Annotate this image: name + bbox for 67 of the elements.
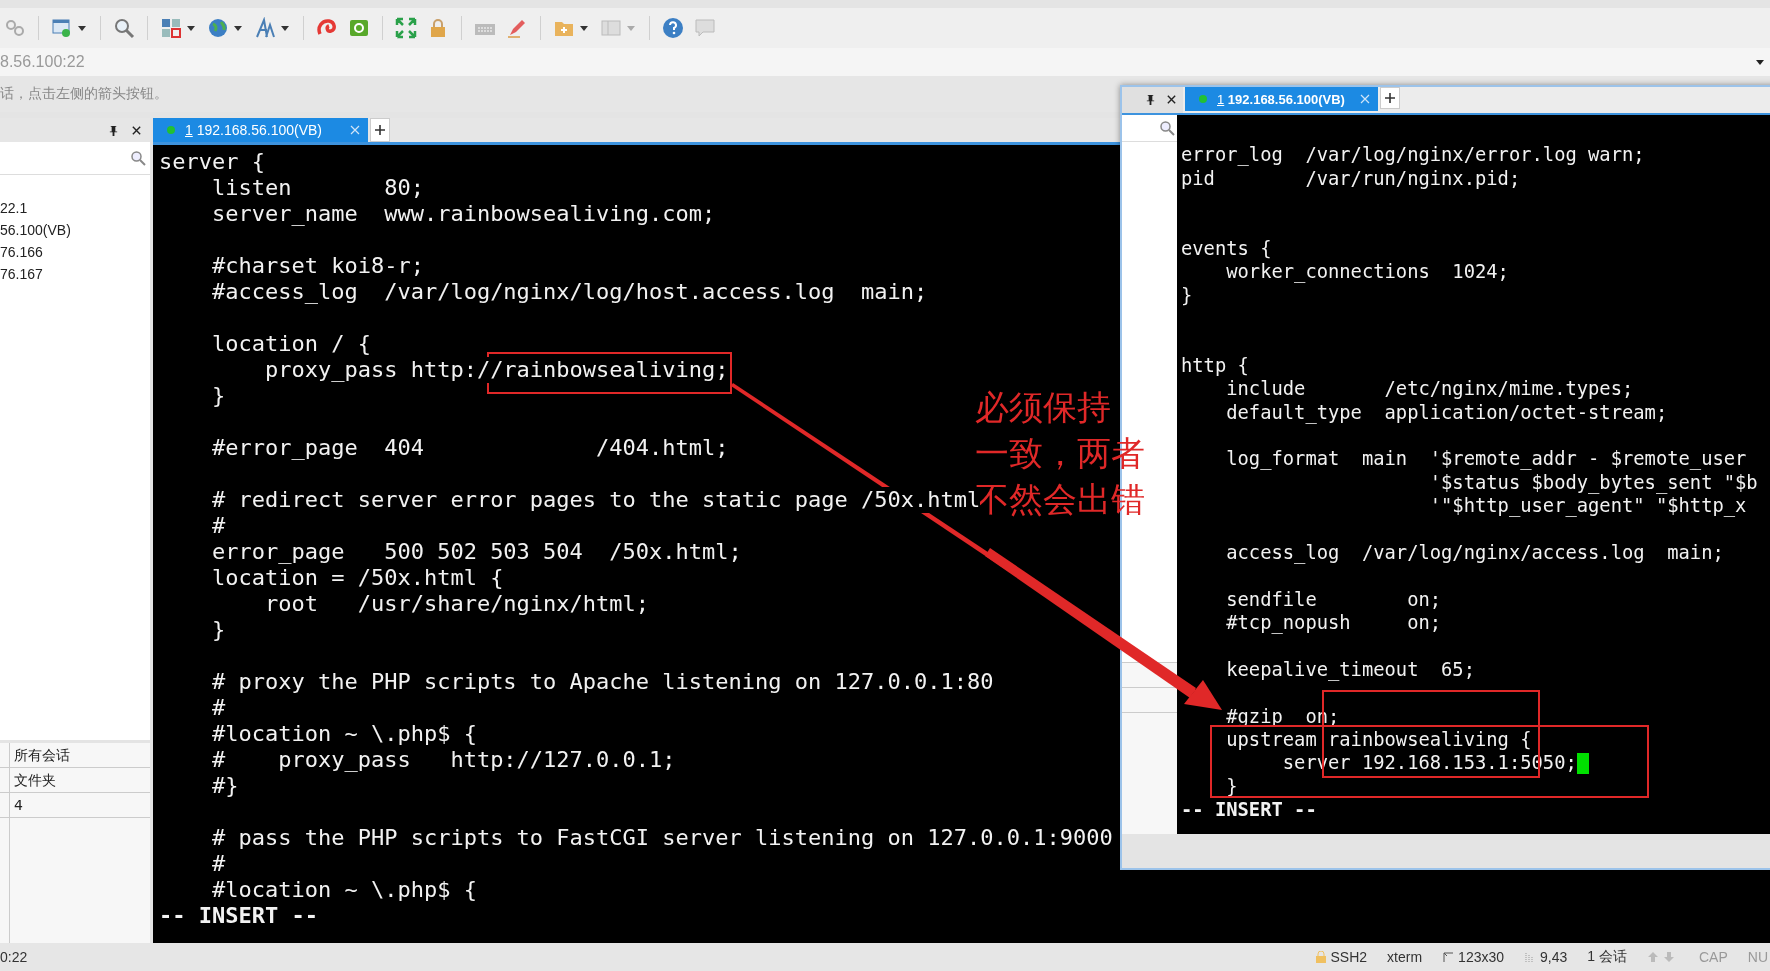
link-icon[interactable] (4, 17, 26, 39)
terminal-line: default_type application/octet-stream; (1225, 400, 1668, 424)
terminal-line: } (1225, 774, 1238, 799)
caret-icon[interactable] (78, 24, 86, 32)
caret-icon[interactable] (234, 24, 242, 32)
down-arrow-icon (1662, 951, 1675, 963)
help-icon[interactable] (662, 17, 684, 39)
plus-icon (374, 124, 386, 136)
window-gear-icon[interactable] (51, 17, 73, 39)
num-lock-text: NU (1747, 949, 1768, 965)
property-cell-text: 文件夹 (13, 771, 57, 790)
session-item[interactable]: 56.100(VB) (0, 219, 150, 241)
session-tab[interactable]: 1 192.168.56.100(VB) (1185, 87, 1378, 111)
caret-icon[interactable] (281, 24, 289, 32)
protocol-text: SSH2 (1330, 949, 1368, 965)
resize-icon (1442, 951, 1455, 963)
pen-icon[interactable] (506, 17, 528, 39)
expand-icon[interactable] (395, 17, 417, 39)
terminal-screen[interactable] (1177, 114, 1770, 835)
layout-icon[interactable] (160, 17, 182, 39)
caret-icon[interactable] (187, 24, 195, 32)
search-icon[interactable] (113, 17, 135, 39)
terminal-line: log_format main '$remote_addr - $remote_user (1225, 447, 1747, 471)
property-cell-text: 4 (13, 796, 24, 815)
up-arrow-icon (1646, 951, 1659, 963)
terminal-line: http { (1181, 353, 1249, 378)
terminal-line: pid /var/run/nginx.pid; (1181, 166, 1521, 191)
cursor-icon (1576, 752, 1589, 774)
lock-icon (1314, 951, 1327, 963)
caps-lock-text: CAP (1698, 949, 1728, 965)
terminal-line: worker_connections 1024; (1225, 260, 1509, 284)
font-icon[interactable] (254, 17, 276, 39)
terminal-line: upstream rainbowsealiving { (1225, 728, 1532, 752)
search-icon[interactable] (1159, 119, 1175, 136)
terminal-line: error_log /var/log/nginx/error.log warn; (1181, 143, 1645, 167)
session-count-text: 1 会话 (1587, 948, 1627, 966)
terminal-line: '"$http_user_agent" "$http_x (1428, 494, 1747, 518)
session-item[interactable]: 22.1 (0, 197, 150, 219)
pin-icon[interactable] (1145, 94, 1156, 106)
close-icon[interactable] (131, 124, 142, 136)
plus-icon (1384, 92, 1396, 104)
terminal-line: keepalive_timeout 65; (1225, 657, 1475, 682)
session-item[interactable]: 76.166 (0, 241, 150, 263)
caret-icon[interactable] (580, 24, 588, 32)
terminal-line: sendfile on; (1225, 587, 1442, 612)
new-tab-button[interactable] (1380, 87, 1400, 109)
terminal-line: include /etc/nginx/mime.types; (1225, 377, 1634, 401)
position-text: 9,43 (1540, 949, 1568, 965)
status-text: 0:22 (0, 949, 28, 965)
mode-line: -- INSERT -- (1181, 798, 1317, 822)
terminal-line: events { (1181, 236, 1272, 261)
terminal-line: '$status $body_bytes_sent "$b (1428, 470, 1758, 495)
property-cell-text: 所有会话 (13, 746, 71, 765)
pin-icon[interactable] (108, 124, 119, 136)
terminal-line: #tcp_nopush on; (1225, 611, 1442, 635)
search-icon[interactable] (130, 150, 146, 166)
size-text: 123x30 (1458, 949, 1505, 965)
globe-icon[interactable] (207, 17, 229, 39)
hint-text: 话，点击左侧的箭头按钮。 (0, 85, 168, 103)
caret-icon[interactable] (1756, 58, 1764, 66)
close-icon[interactable] (1166, 94, 1177, 106)
terminal-type-text: xterm (1387, 949, 1423, 965)
terminal-line: access_log /var/log/nginx/access.log main; (1225, 540, 1724, 565)
new-tab-button[interactable] (370, 118, 390, 142)
session-tab[interactable]: 1 192.168.56.100(VB) (153, 118, 368, 142)
terminal-line: } (1181, 283, 1193, 308)
session-item[interactable]: 76.167 (0, 263, 150, 285)
